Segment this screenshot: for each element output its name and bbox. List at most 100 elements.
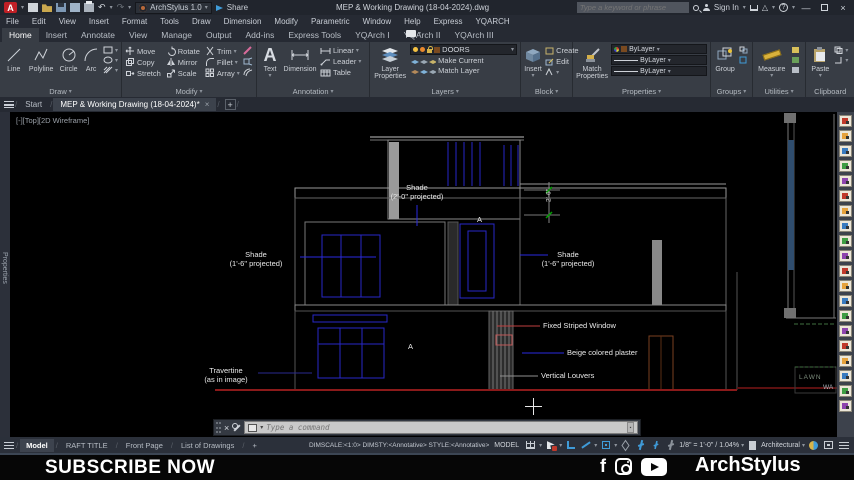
lineweight-selector[interactable]: ByLayer ▾ (611, 55, 708, 65)
palette-icon[interactable] (839, 265, 852, 277)
panel-clipboard-footer[interactable]: Clipboard (806, 86, 854, 97)
search-input[interactable] (579, 3, 686, 12)
share-label[interactable]: Share (227, 3, 248, 12)
offset-tool[interactable] (243, 68, 253, 77)
ribbon-tab[interactable]: View (122, 28, 154, 42)
command-dock-grip[interactable] (216, 422, 221, 433)
menu-item[interactable]: Format (122, 17, 147, 26)
palette-icon[interactable] (839, 205, 852, 217)
sign-in-link[interactable]: Sign In (714, 3, 739, 12)
minimize-button[interactable]: — (799, 3, 813, 13)
circle-tool[interactable]: Circle (58, 44, 80, 73)
palette-icon[interactable] (839, 145, 852, 157)
redo-icon[interactable]: ↷ (117, 3, 125, 12)
palette-icon[interactable] (839, 280, 852, 292)
menu-item[interactable]: YQARCH (475, 17, 509, 26)
dimension-tool[interactable]: Dimension (283, 44, 317, 73)
menu-item[interactable]: Parametric (311, 17, 350, 26)
tab-active-drawing[interactable]: MEP & Working Drawing (18-04-2024)* × (53, 98, 217, 111)
undo-icon[interactable]: ↶ (98, 3, 106, 12)
ribbon-display-toggle[interactable]: ▾ (406, 30, 421, 39)
isodraft-icon[interactable] (619, 439, 632, 451)
ribbon-tab[interactable]: Annotate (74, 28, 122, 42)
panel-draw-footer[interactable]: Draw ▾ (0, 86, 121, 97)
scale-caret-icon[interactable]: ▾ (741, 442, 744, 449)
palette-icon[interactable] (839, 340, 852, 352)
text-tool[interactable]: A Text ▾ (260, 44, 280, 80)
layout-tab-model[interactable]: Model (20, 438, 54, 452)
open-file-icon[interactable] (42, 4, 53, 12)
units-selector[interactable]: Architectural (761, 442, 800, 449)
quick-select-tool[interactable] (791, 56, 800, 64)
leader-tool[interactable]: Leader ▾ (320, 57, 361, 66)
command-bar[interactable]: ▾ ▪ (244, 421, 638, 434)
properties-palette-tab[interactable]: Properties (0, 112, 10, 437)
linear-dimension-tool[interactable]: Linear ▾ (320, 46, 361, 55)
group-tool[interactable]: Group (714, 44, 736, 73)
layout-menu-icon[interactable] (4, 441, 14, 449)
palette-icon[interactable] (839, 385, 852, 397)
menu-item[interactable]: Help (404, 17, 420, 26)
search-icon[interactable] (692, 4, 699, 11)
layout-tab-raft-title[interactable]: RAFT TITLE (60, 439, 114, 452)
copy-tool[interactable]: Copy (125, 57, 161, 67)
save-as-icon[interactable] (70, 3, 81, 12)
new-file-icon[interactable] (28, 3, 39, 12)
autodesk-icon[interactable]: △ (762, 3, 768, 12)
panel-groups-footer[interactable]: Groups ▾ (711, 86, 752, 97)
id-point-tool[interactable] (791, 46, 800, 54)
search-box[interactable] (576, 2, 689, 13)
menu-item[interactable]: Draw (192, 17, 211, 26)
explode-tool[interactable] (243, 57, 253, 66)
command-recent-icon[interactable] (248, 423, 258, 432)
palette-icon[interactable] (839, 250, 852, 262)
palette-icon[interactable] (839, 310, 852, 322)
close-button[interactable]: × (836, 3, 850, 13)
match-layer-tool[interactable]: Match Layer (410, 66, 517, 75)
panel-modify-footer[interactable]: Modify ▾ (122, 86, 256, 97)
app-logo-icon[interactable]: A (4, 2, 17, 13)
signin-caret-icon[interactable]: ▾ (743, 4, 746, 11)
menu-item[interactable]: Edit (32, 17, 46, 26)
menu-item[interactable]: Express (434, 17, 463, 26)
ribbon-tab[interactable]: Manage (154, 28, 199, 42)
clean-screen-icon[interactable] (822, 439, 835, 451)
command-customize-icon[interactable] (232, 423, 241, 432)
command-close-icon[interactable]: × (224, 423, 229, 433)
drawing-canvas[interactable]: [-][Top][2D Wireframe] Properties Shade(… (0, 112, 854, 437)
palette-icon[interactable] (839, 325, 852, 337)
palette-icon[interactable] (839, 190, 852, 202)
layer-selector[interactable]: DOORS ▾ (410, 44, 518, 55)
ribbon-tab[interactable]: YQArch I (348, 28, 396, 42)
cut-clip-tool[interactable]: ▾ (834, 56, 848, 64)
palette-icon[interactable] (839, 355, 852, 367)
line-tool[interactable]: Line (3, 44, 25, 73)
palette-icon[interactable] (839, 400, 852, 412)
workspace-switch-icon[interactable] (807, 439, 820, 451)
grid-toggle-icon[interactable] (524, 439, 537, 451)
palette-icon[interactable] (839, 130, 852, 142)
ribbon-tab[interactable]: Insert (39, 28, 74, 42)
help-icon[interactable]: ? (778, 3, 788, 12)
annotation-monitor-icon[interactable] (746, 439, 759, 451)
help-caret-icon[interactable]: ▾ (792, 4, 795, 11)
rectangle-tool[interactable]: ▾ (103, 46, 118, 54)
autodesk-caret-icon[interactable]: ▾ (772, 4, 775, 11)
dynamic-input-icon[interactable] (544, 439, 558, 451)
panel-block-footer[interactable]: Block ▾ (521, 86, 572, 97)
match-properties-tool[interactable]: Match Properties (576, 44, 608, 80)
measure-tool[interactable]: Measure ▾ (756, 44, 788, 80)
table-tool[interactable]: Table (320, 68, 361, 77)
grid-caret-icon[interactable]: ▾ (539, 442, 542, 449)
command-input[interactable] (266, 423, 624, 432)
palette-icon[interactable] (839, 115, 852, 127)
menu-item[interactable]: File (6, 17, 19, 26)
object-snap-icon[interactable] (599, 439, 612, 451)
ortho-mode-icon[interactable] (564, 439, 577, 451)
menu-item[interactable]: Tools (160, 17, 179, 26)
move-tool[interactable]: Move (125, 46, 161, 56)
ribbon-tab[interactable]: YQArch III (447, 28, 500, 42)
insert-block-tool[interactable]: Insert ▾ (524, 44, 542, 80)
menu-item[interactable]: Insert (89, 17, 109, 26)
tab-start[interactable]: Start (18, 98, 49, 111)
